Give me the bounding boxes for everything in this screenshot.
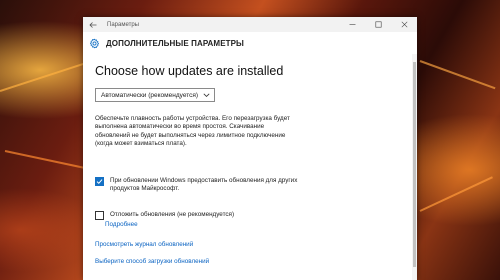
- close-icon: [401, 21, 407, 28]
- maximize-icon: [375, 21, 382, 28]
- defer-updates-option: Отложить обновления (не рекомендуется): [95, 211, 300, 220]
- main-content: Choose how updates are installed Автомат…: [95, 64, 400, 265]
- defer-updates-checkbox[interactable]: [95, 211, 104, 220]
- back-button[interactable]: [83, 17, 103, 32]
- background-streak: [0, 62, 86, 92]
- title-bar: Параметры: [83, 17, 417, 32]
- settings-window: Параметры ДОПОЛНИТЕЛЬНЫЕ ПАРАМЕТРЫ Choos…: [83, 17, 417, 280]
- learn-more-link[interactable]: Подробнее: [105, 221, 138, 228]
- minimize-button[interactable]: [339, 17, 365, 32]
- background-streak: [419, 176, 493, 212]
- background-streak: [4, 150, 84, 169]
- chevron-down-icon: [203, 93, 210, 97]
- delivery-optimization-link[interactable]: Выберите способ загрузки обновлений: [95, 258, 209, 265]
- section-title: ДОПОЛНИТЕЛЬНЫЕ ПАРАМЕТРЫ: [106, 38, 244, 48]
- microsoft-updates-label: При обновлении Windows предоставить обно…: [110, 177, 298, 193]
- microsoft-updates-option: При обновлении Windows предоставить обно…: [95, 177, 300, 194]
- install-mode-value: Автоматически (рекомендуется): [101, 91, 199, 99]
- maximize-button[interactable]: [365, 17, 391, 32]
- update-history-link[interactable]: Просмотреть журнал обновлений: [95, 241, 193, 248]
- close-button[interactable]: [391, 17, 417, 32]
- checkmark-icon: [96, 179, 103, 185]
- minimize-icon: [349, 24, 355, 25]
- scrollbar[interactable]: [412, 54, 417, 280]
- section-header: ДОПОЛНИТЕЛЬНЫЕ ПАРАМЕТРЫ: [83, 32, 417, 54]
- scrollbar-thumb[interactable]: [413, 62, 416, 267]
- install-mode-dropdown[interactable]: Автоматически (рекомендуется): [95, 88, 215, 102]
- window-title: Параметры: [107, 21, 139, 28]
- update-description: Обеспечьте плавность работы устройства. …: [95, 115, 290, 148]
- gear-icon: [90, 38, 99, 48]
- defer-updates-label: Отложить обновления (не рекомендуется): [110, 211, 235, 218]
- page-title: Choose how updates are installed: [95, 64, 284, 78]
- microsoft-updates-checkbox[interactable]: [95, 177, 104, 186]
- back-arrow-icon: [89, 21, 97, 28]
- background-streak: [419, 60, 496, 90]
